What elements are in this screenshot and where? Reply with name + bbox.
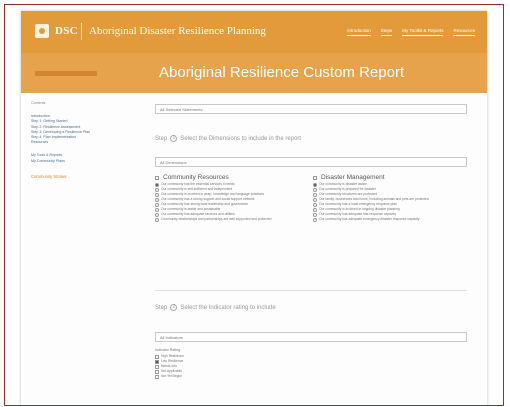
radio-icon[interactable]: [313, 217, 317, 222]
screenshot-frame: DSC Aboriginal Disaster Resilience Plann…: [4, 4, 504, 406]
radio-icon[interactable]: [155, 197, 159, 202]
step-label: Step: [155, 304, 168, 311]
checkbox-icon[interactable]: [155, 354, 159, 359]
top-header: DSC Aboriginal Disaster Resilience Plann…: [21, 11, 487, 53]
radio-icon[interactable]: [313, 202, 317, 207]
checkbox-icon[interactable]: [155, 374, 159, 379]
step-2-heading: Step 2 Select the Indicator rating to in…: [155, 304, 276, 311]
ratings-select[interactable]: All Indicators: [155, 332, 467, 342]
app-window: DSC Aboriginal Disaster Resilience Plann…: [21, 11, 487, 405]
page-title: Aboriginal Resilience Custom Report: [159, 64, 405, 81]
nav-steps[interactable]: Steps: [380, 28, 393, 36]
radio-icon[interactable]: [313, 207, 317, 212]
page-banner: Aboriginal Resilience Custom Report: [21, 53, 487, 93]
checkbox-icon[interactable]: [155, 359, 159, 364]
brand-name[interactable]: DSC: [55, 25, 78, 37]
logo-icon: [35, 24, 49, 38]
step-1-text: Select the Dimensions to include in the …: [180, 135, 302, 142]
step-1-heading: Step 1 Select the Dimensions to include …: [155, 135, 301, 142]
col-community-resources[interactable]: Community Resources: [155, 174, 229, 181]
step-number-icon: 2: [170, 304, 178, 311]
radio-icon[interactable]: [155, 187, 159, 192]
radio-icon[interactable]: [313, 197, 317, 202]
disaster-management-option[interactable]: Our community has adequate emergency dis…: [313, 217, 463, 222]
rating-label: Indicator Rating: [155, 348, 181, 352]
sidebar-item-community-plans[interactable]: My Community Plans: [31, 159, 123, 164]
radio-icon[interactable]: [313, 182, 317, 187]
statements-select[interactable]: All Selected Statements: [155, 104, 467, 114]
disaster-management-option-label: Our community has adequate emergency dis…: [319, 217, 420, 221]
nav-toolkit-reports[interactable]: My Toolkit & Reports: [402, 28, 444, 36]
radio-icon[interactable]: [155, 217, 159, 222]
section-divider: [155, 290, 467, 291]
rating-option[interactable]: Not Yet Begun: [155, 374, 275, 379]
col-disaster-management[interactable]: Disaster Management: [313, 174, 385, 181]
radio-icon[interactable]: [155, 212, 159, 217]
dimensions-select[interactable]: All Dimensions: [155, 157, 467, 167]
rating-option-label: Not Yet Begun: [161, 374, 183, 378]
app-title: Aboriginal Disaster Resilience Planning: [89, 25, 266, 37]
step-label: Step: [155, 135, 168, 142]
radio-icon[interactable]: [155, 202, 159, 207]
community-resources-options: Our community has the essential services…: [155, 182, 305, 222]
community-resources-option[interactable]: Community relationships and partnerships…: [155, 217, 305, 222]
brand-divider: [81, 23, 82, 40]
breadcrumb[interactable]: [35, 71, 97, 76]
top-nav: Introduction Steps My Toolkit & Reports …: [347, 28, 475, 36]
step-2-text: Select the Indicator rating to include: [180, 304, 276, 311]
rating-options: High Resilience Low Resilience Needs Info N…: [155, 354, 275, 379]
sidebar-heading: Contents: [31, 101, 46, 105]
nav-resources[interactable]: Resources: [453, 28, 475, 36]
radio-icon[interactable]: [313, 187, 317, 192]
radio-icon[interactable]: [155, 182, 159, 187]
step-number-icon: 1: [170, 135, 178, 142]
radio-icon[interactable]: [313, 192, 317, 197]
nav-introduction[interactable]: Introduction: [347, 28, 371, 36]
checkbox-icon[interactable]: [313, 175, 317, 180]
col-right-title: Disaster Management: [321, 174, 385, 181]
checkbox-icon[interactable]: [155, 364, 159, 369]
sidebar-nav: Contents Introduction Step 1: Getting St…: [31, 101, 123, 179]
sidebar-item-resources[interactable]: Resources: [31, 140, 123, 145]
radio-icon[interactable]: [155, 192, 159, 197]
checkbox-icon[interactable]: [155, 175, 159, 180]
sidebar-item-community-stories[interactable]: Community Stories: [31, 174, 123, 179]
radio-icon[interactable]: [155, 207, 159, 212]
checkbox-icon[interactable]: [155, 369, 159, 374]
col-left-title: Community Resources: [163, 174, 229, 181]
disaster-management-options: Our community is disaster aware Our commu…: [313, 182, 463, 222]
community-resources-option-label: Community relationships and partnerships…: [161, 217, 272, 221]
radio-icon[interactable]: [313, 212, 317, 217]
